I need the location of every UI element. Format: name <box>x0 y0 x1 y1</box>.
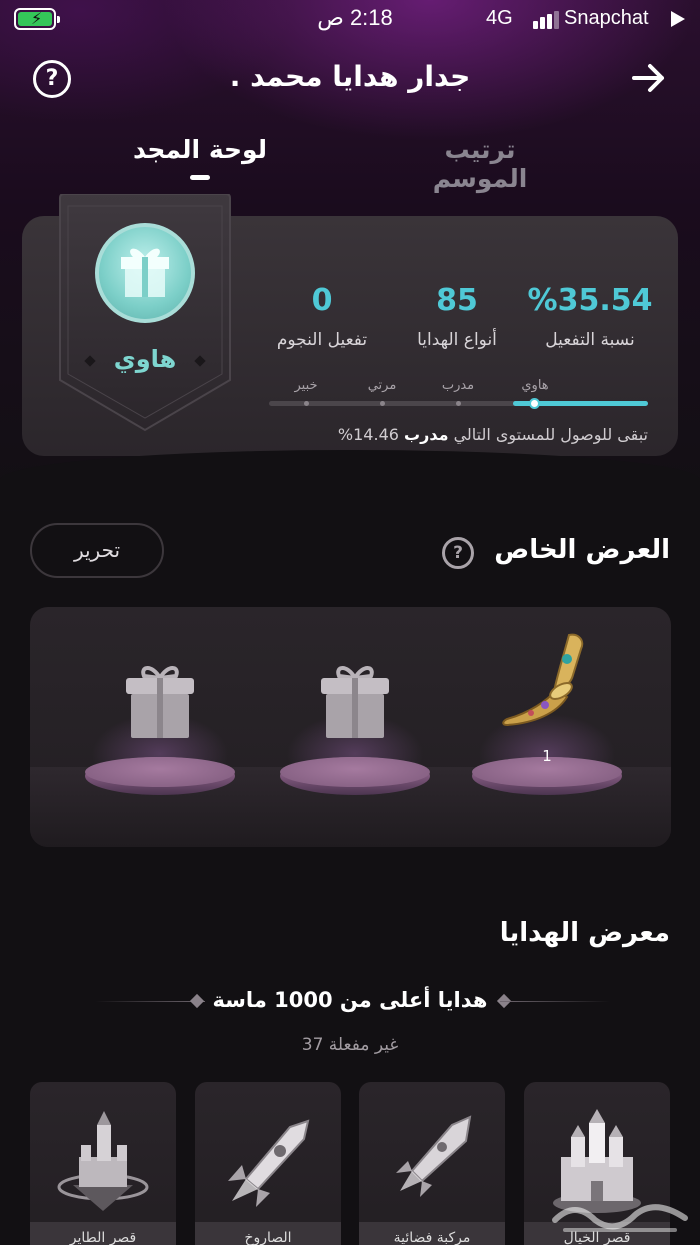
card-curve <box>0 450 700 510</box>
next-level-note: تبقى للوصول للمستوى التالي مدرب 14.46% <box>250 425 648 444</box>
special-offer-showcase: 1 <box>30 607 671 847</box>
slot-count: 1 <box>542 747 552 765</box>
status-bar: ⚡ 2:18 ص 4G Snapchat <box>0 0 700 40</box>
battery-icon: ⚡ <box>14 8 60 30</box>
gift-card-label: الصاروخ <box>195 1222 341 1245</box>
level-label-amateur: هاوي <box>521 378 549 393</box>
watermark-logo <box>552 1204 688 1232</box>
gift-card-label: قصر الطاير <box>30 1222 176 1245</box>
showcase-slot[interactable] <box>75 607 245 837</box>
edit-button[interactable]: تحرير <box>30 523 164 578</box>
tier-divider-right <box>500 1001 610 1002</box>
showcase-slot[interactable]: 1 <box>462 607 632 837</box>
star-activation-label: تفعيل النجوم <box>276 330 368 350</box>
level-marker <box>380 401 385 406</box>
network-label: 4G <box>486 7 513 29</box>
help-button[interactable]: ? <box>33 60 71 98</box>
page-title: جدار هدايا محمد . <box>229 60 471 93</box>
gift-card-label: مركبة فضائية <box>359 1222 505 1245</box>
gift-types-label: أنواع الهدايا <box>417 330 497 350</box>
play-icon <box>671 11 685 27</box>
floating-castle-icon <box>57 1111 149 1211</box>
level-marker <box>304 401 309 406</box>
special-offer-title: العرض الخاص <box>494 535 670 565</box>
activation-rate-label: نسبة التفعيل <box>545 330 635 350</box>
status-time: 2:18 ص <box>317 5 393 30</box>
level-progress-knob <box>529 398 540 409</box>
rocket-icon <box>228 1119 310 1207</box>
star-activation-value: 0 <box>311 283 333 318</box>
next-level-note-text: تبقى للوصول للمستوى التالي <box>453 425 648 444</box>
dagger-icon <box>502 633 584 727</box>
gift-card[interactable]: مركبة فضائية <box>359 1082 505 1245</box>
signal-icon <box>533 11 559 29</box>
gift-types-value: 85 <box>436 283 478 318</box>
tab-season-ranking[interactable]: ترتيب الموسم <box>395 135 565 193</box>
next-level-name: مدرب <box>404 425 449 444</box>
gift-card[interactable]: قصر الطاير <box>30 1082 176 1245</box>
showcase-slot[interactable] <box>270 607 440 837</box>
rank-name: هاوي <box>113 345 177 373</box>
tab-glory-board[interactable]: لوحة المجد <box>130 135 270 164</box>
rocket-icon <box>396 1115 472 1197</box>
activation-rate-value: %35.54 <box>527 283 653 318</box>
back-to-app-label[interactable]: Snapchat <box>564 7 649 30</box>
level-label-trainer: مدرب <box>441 378 475 393</box>
tab-bar: لوحة المجد ترتيب الموسم <box>0 135 700 193</box>
level-label-expert: خبير <box>294 378 318 393</box>
level-marker <box>456 401 461 406</box>
back-arrow-icon[interactable] <box>628 58 668 98</box>
gift-gallery-title: معرض الهدايا <box>499 918 670 948</box>
tier-inactive-count: غير مفعلة 37 <box>301 1035 399 1055</box>
special-offer-help-button[interactable]: ? <box>442 537 474 569</box>
gift-box-icon <box>321 666 389 738</box>
page-header: ? جدار هدايا محمد . <box>0 50 700 110</box>
gift-card[interactable]: الصاروخ <box>195 1082 341 1245</box>
tab-active-indicator <box>190 175 210 180</box>
level-label-coach: مرتي <box>367 378 397 393</box>
next-level-remaining: 14.46% <box>337 425 399 444</box>
gift-box-icon <box>126 666 194 738</box>
gift-badge-icon <box>95 223 195 323</box>
